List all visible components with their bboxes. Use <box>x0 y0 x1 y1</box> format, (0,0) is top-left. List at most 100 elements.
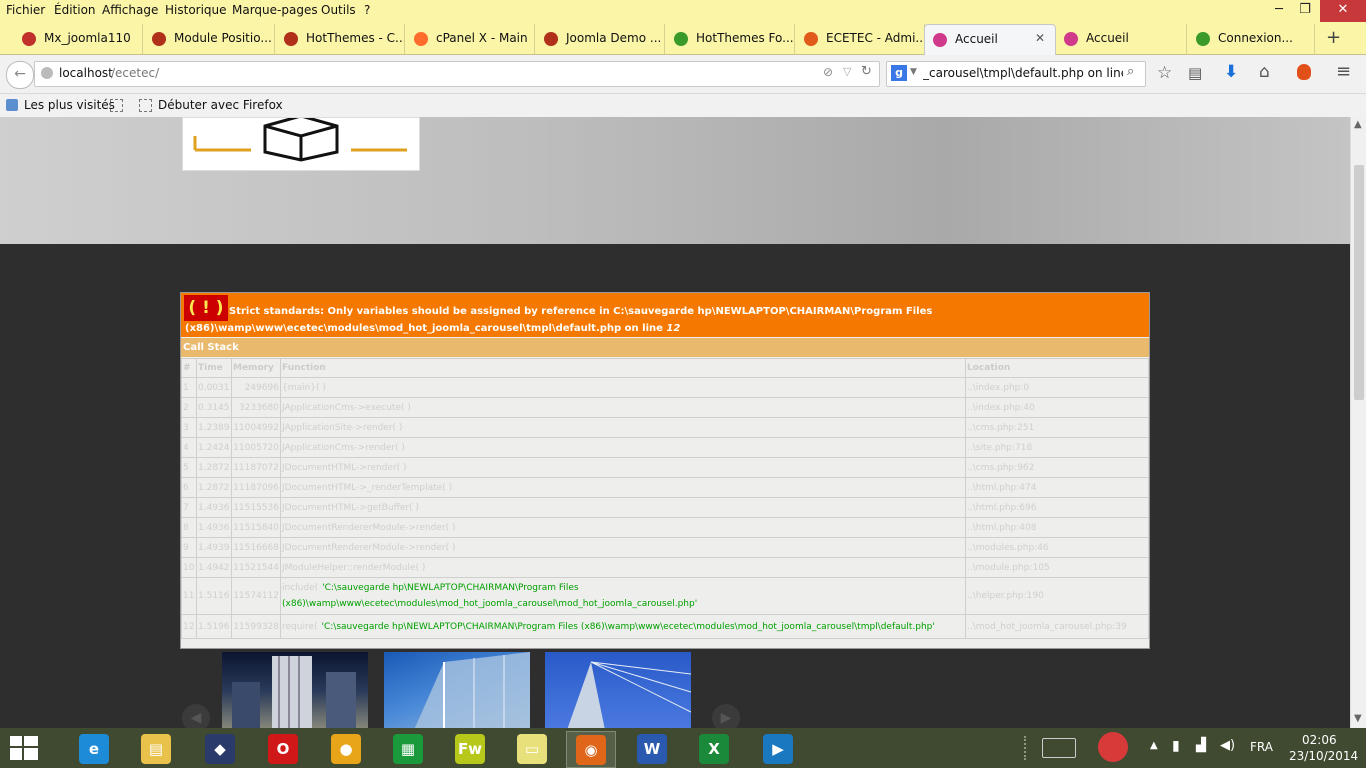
error-header: ( ! ) Strict standards: Only variables s… <box>181 293 1149 337</box>
tab-2[interactable]: Module Positio... <box>144 24 275 54</box>
taskbar-opera-button[interactable]: O <box>259 731 307 766</box>
cell-location[interactable]: ..\module.php:105 <box>965 557 1149 578</box>
cell-location[interactable]: ..\modules.php:46 <box>965 537 1149 558</box>
tab-close-icon[interactable]: ✕ <box>1035 31 1045 45</box>
minimize-button[interactable]: ─ <box>1266 0 1292 22</box>
cell-number: 5 <box>181 457 197 478</box>
input-language[interactable]: FRA <box>1250 740 1273 754</box>
taskbar-file-explorer-button[interactable]: ▤ <box>132 731 180 766</box>
downloads-icon[interactable]: ⬇ <box>1224 62 1238 82</box>
tab-label: Mx_joomla110 <box>44 31 131 45</box>
cell-location[interactable]: ..\html.php:408 <box>965 517 1149 538</box>
cell-time: 1.4939 <box>196 537 232 558</box>
reader-icon[interactable]: ⊘ <box>823 65 833 79</box>
battery-icon[interactable]: ▮ <box>1172 738 1180 754</box>
clock-date[interactable]: 23/10/2014 <box>1289 749 1358 763</box>
network-icon[interactable]: ▟ <box>1196 738 1206 753</box>
cell-number: 8 <box>181 517 197 538</box>
google-icon[interactable]: g <box>891 65 907 81</box>
opera-icon: O <box>268 734 298 764</box>
menu-historique[interactable]: Historique <box>165 3 227 17</box>
search-engine-dropdown-icon[interactable]: ▼ <box>910 67 917 77</box>
taskbar-chrome-button[interactable]: ● <box>322 731 370 766</box>
word-icon: W <box>637 734 667 764</box>
bookmark-star-icon[interactable]: ☆ <box>1157 63 1172 83</box>
reload-icon[interactable]: ↻ <box>861 64 872 79</box>
bookmark-most-visited[interactable]: Les plus visités <box>24 98 115 112</box>
cell-number: 3 <box>181 417 197 438</box>
tab-3[interactable]: HotThemes - C... <box>276 24 405 54</box>
taskbar-excel-button[interactable]: X <box>690 731 738 766</box>
taskbar-word-button[interactable]: W <box>628 731 676 766</box>
touch-keyboard-icon[interactable] <box>1042 738 1076 758</box>
scroll-up-icon[interactable]: ▲ <box>1354 119 1362 130</box>
site-logo[interactable] <box>182 117 420 171</box>
scroll-down-icon[interactable]: ▼ <box>1354 713 1362 724</box>
tab-5[interactable]: Joomla Demo ... <box>536 24 665 54</box>
show-hidden-icons[interactable]: ▲ <box>1150 740 1158 751</box>
file-path: 'C:\sauvegarde hp\NEWLAPTOP\CHAIRMAN\Pro… <box>282 583 698 609</box>
function-name: JDocumentHTML->render( ) <box>282 462 407 473</box>
back-button[interactable]: ← <box>6 61 34 89</box>
cell-location[interactable]: ..\index.php:40 <box>965 397 1149 418</box>
carousel-image-3[interactable] <box>545 652 692 728</box>
taskbar-fireworks-button[interactable]: Fw <box>446 731 494 766</box>
taskbar-internet-explorer-button[interactable]: e <box>70 731 118 766</box>
tab-4[interactable]: cPanel X - Main <box>406 24 535 54</box>
carousel-image-2[interactable] <box>384 652 530 728</box>
menu-marque-pages[interactable]: Marque-pages <box>232 3 318 17</box>
firebug-icon[interactable] <box>1297 64 1311 80</box>
bookmark-debuter-firefox[interactable]: Débuter avec Firefox <box>158 98 283 112</box>
bookmarks-menu-icon[interactable]: ▤ <box>1188 64 1202 82</box>
chrome-icon: ● <box>331 734 361 764</box>
taskbar-firefox-button[interactable]: ◉ <box>566 731 616 768</box>
start-button[interactable] <box>10 736 38 760</box>
clock-time[interactable]: 02:06 <box>1302 733 1337 747</box>
hamburger-menu-icon[interactable]: ≡ <box>1336 61 1351 82</box>
restore-button[interactable]: ❐ <box>1292 0 1318 22</box>
new-tab-button[interactable]: + <box>1326 27 1341 48</box>
call-stack-row: 9 1.4939 11516668 JDocumentRendererModule->… <box>181 537 1149 558</box>
cell-location[interactable]: ..\cms.php:251 <box>965 417 1149 438</box>
carousel-next-button[interactable]: ▶ <box>712 704 740 728</box>
cell-location[interactable]: ..\html.php:474 <box>965 477 1149 498</box>
menu-outils[interactable]: Outils <box>321 3 356 17</box>
menu-affichage[interactable]: Affichage <box>102 3 158 17</box>
volume-icon[interactable]: ◀) <box>1220 738 1235 753</box>
function-name: JDocumentRendererModule->render( ) <box>282 522 456 533</box>
search-icon[interactable]: ⌕ <box>1127 64 1134 79</box>
search-input[interactable]: _carousel\tmpl\default.php on line 12 <box>923 66 1123 80</box>
carousel-image-1[interactable] <box>222 652 368 728</box>
tab-9[interactable]: Accueil <box>1056 24 1187 54</box>
scrollbar-thumb[interactable] <box>1354 165 1364 400</box>
cell-location[interactable]: ..\cms.php:962 <box>965 457 1149 478</box>
cell-location[interactable]: ..\html.php:696 <box>965 497 1149 518</box>
url-bar[interactable]: localhost /ecetec/ ⊘ ▽ ↻ <box>34 61 880 87</box>
taskbar-media-player-button[interactable]: ▶ <box>754 731 802 766</box>
tab-1[interactable]: Mx_joomla110 <box>14 24 143 54</box>
cell-location[interactable]: ..\helper.php:190 <box>965 577 1149 615</box>
taskbar-app-launcher-button[interactable]: ◆ <box>196 731 244 766</box>
cell-location[interactable]: ..\site.php:718 <box>965 437 1149 458</box>
taskbar-sticky-notes-button[interactable]: ▭ <box>508 731 556 766</box>
menu-fichier[interactable]: Fichier <box>6 3 45 17</box>
dropdown-icon[interactable]: ▽ <box>843 65 851 78</box>
vertical-scrollbar[interactable]: ▲ ▼ <box>1350 117 1366 728</box>
tab-6[interactable]: HotThemes Fo... <box>666 24 795 54</box>
menu-edition[interactable]: Édition <box>54 3 96 17</box>
home-icon[interactable]: ⌂ <box>1259 62 1270 82</box>
cell-memory: 11515536 <box>231 497 281 518</box>
carousel-prev-button[interactable]: ◀ <box>182 704 210 728</box>
search-bar[interactable]: g ▼ _carousel\tmpl\default.php on line 1… <box>886 61 1146 87</box>
tab-7[interactable]: ECETEC - Admi... <box>796 24 925 54</box>
tab-8[interactable]: Accueil ✕ <box>924 24 1056 55</box>
cell-location[interactable]: ..\index.php:0 <box>965 377 1149 398</box>
tab-10[interactable]: Connexion... <box>1188 24 1315 54</box>
cell-location[interactable]: ..\mod_hot_joomla_carousel.php:39 <box>965 614 1149 639</box>
taskbar-store-button[interactable]: ▦ <box>384 731 432 766</box>
file-explorer-icon: ▤ <box>141 734 171 764</box>
tray-app-icon[interactable] <box>1098 732 1128 762</box>
close-window-button[interactable]: ✕ <box>1320 0 1366 22</box>
call-stack-row: 2 0.3145 3233680 JApplicationCms->execute( … <box>181 397 1149 418</box>
menu-help[interactable]: ? <box>364 3 370 17</box>
